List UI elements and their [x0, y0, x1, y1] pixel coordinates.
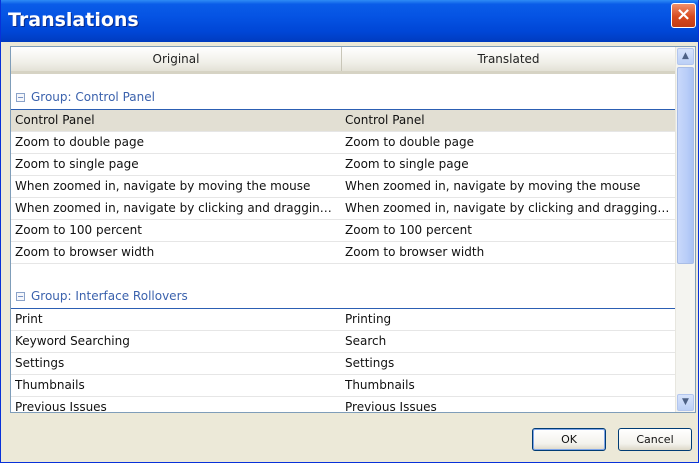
- close-icon: ×: [675, 4, 692, 25]
- table-row[interactable]: Keyword Searching Search: [11, 331, 675, 353]
- table-row[interactable]: Previous Issues Previous Issues: [11, 397, 675, 412]
- table-row[interactable]: Settings Settings: [11, 353, 675, 375]
- group-label: Group: Interface Rollovers: [31, 289, 188, 303]
- cell-original: When zoomed in, navigate by clicking and…: [15, 201, 339, 215]
- cell-translated[interactable]: Zoom to browser width: [345, 242, 671, 263]
- title-bar[interactable]: Translations ×: [1, 0, 698, 42]
- group-label: Group: Control Panel: [31, 90, 155, 104]
- cell-original: Zoom to single page: [15, 157, 139, 171]
- cell-translated[interactable]: When zoomed in, navigate by moving the m…: [345, 176, 671, 197]
- translations-dialog: Translations × Original Translated − Grou…: [0, 0, 699, 463]
- table-row[interactable]: Print Printing: [11, 309, 675, 331]
- cell-original: Zoom to 100 percent: [15, 223, 142, 237]
- cell-original: Zoom to browser width: [15, 245, 155, 259]
- dialog-title: Translations: [8, 9, 139, 31]
- arrow-down-icon: ▼: [682, 397, 689, 407]
- scroll-up-button[interactable]: ▲: [677, 48, 694, 65]
- table-row[interactable]: Zoom to browser width Zoom to browser wid…: [11, 242, 675, 264]
- cell-translated[interactable]: Zoom to 100 percent: [345, 220, 671, 241]
- arrow-up-icon: ▲: [682, 51, 689, 61]
- close-button[interactable]: ×: [671, 3, 696, 28]
- cancel-button[interactable]: Cancel: [618, 428, 692, 451]
- cell-original: Control Panel: [15, 113, 95, 127]
- cell-translated[interactable]: Search: [345, 331, 671, 352]
- column-header-original[interactable]: Original: [11, 47, 342, 71]
- group-header[interactable]: − Group: Interface Rollovers: [11, 273, 675, 309]
- cell-translated[interactable]: Previous Issues: [345, 397, 671, 412]
- table-row[interactable]: Zoom to 100 percent Zoom to 100 percent: [11, 220, 675, 242]
- cell-original: Previous Issues: [15, 400, 107, 412]
- vertical-scrollbar[interactable]: ▲ ▼: [675, 47, 695, 412]
- scrollbar-thumb[interactable]: [677, 67, 694, 264]
- cell-original: Keyword Searching: [15, 334, 130, 348]
- group-header[interactable]: − Group: Control Panel: [11, 74, 675, 110]
- ok-button[interactable]: OK: [532, 428, 606, 451]
- table-row[interactable]: Zoom to double page Zoom to double page: [11, 132, 675, 154]
- table-row[interactable]: Control Panel Control Panel: [11, 110, 675, 132]
- scroll-down-button[interactable]: ▼: [677, 394, 694, 411]
- table-row[interactable]: When zoomed in, navigate by moving the m…: [11, 176, 675, 198]
- table-row[interactable]: Thumbnails Thumbnails: [11, 375, 675, 397]
- collapse-icon[interactable]: −: [16, 93, 25, 102]
- cell-translated[interactable]: Control Panel: [345, 110, 671, 131]
- table-row[interactable]: Zoom to single page Zoom to single page: [11, 154, 675, 176]
- column-header-translated[interactable]: Translated: [342, 47, 675, 71]
- table-row[interactable]: When zoomed in, navigate by clicking and…: [11, 198, 675, 220]
- grid-body: − Group: Control Panel Control Panel Contro…: [11, 74, 675, 412]
- translations-grid: Original Translated − Group: Control Pane…: [10, 46, 696, 413]
- cell-translated[interactable]: Zoom to double page: [345, 132, 671, 153]
- cell-translated[interactable]: Thumbnails: [345, 375, 671, 396]
- cell-original: Settings: [15, 356, 65, 370]
- cell-translated[interactable]: Zoom to single page: [345, 154, 671, 175]
- collapse-icon[interactable]: −: [16, 292, 25, 301]
- cell-original: Thumbnails: [15, 378, 85, 392]
- cell-original: Print: [15, 312, 43, 326]
- cell-translated[interactable]: When zoomed in, navigate by clicking and…: [345, 198, 671, 219]
- cell-original: Zoom to double page: [15, 135, 144, 149]
- cell-translated[interactable]: Printing: [345, 309, 671, 330]
- cell-translated[interactable]: Settings: [345, 353, 671, 374]
- cell-original: When zoomed in, navigate by moving the m…: [15, 179, 311, 193]
- grid-header: Original Translated: [11, 47, 675, 74]
